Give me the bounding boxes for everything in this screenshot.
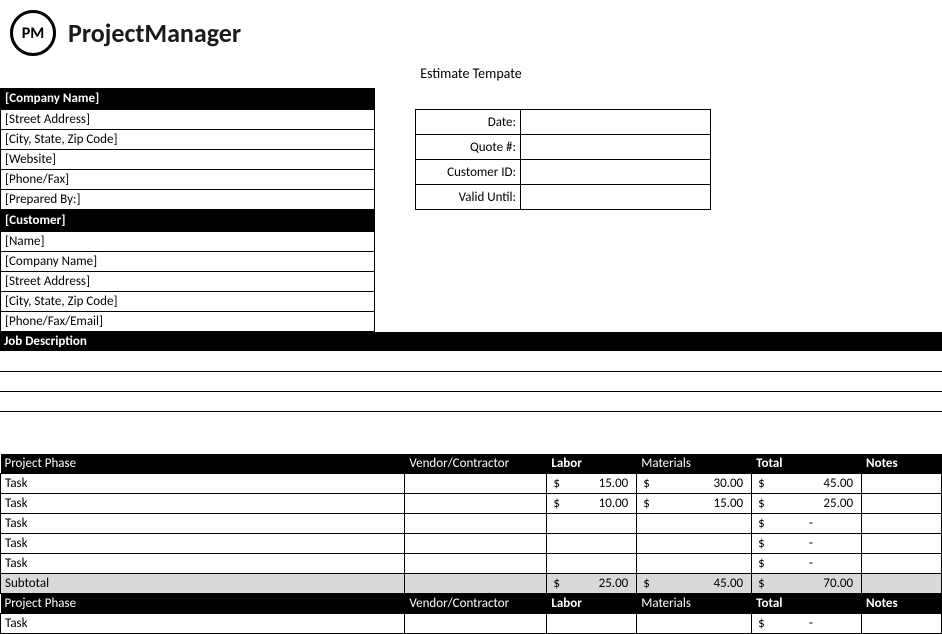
task-name[interactable]: Task — [1, 514, 405, 534]
company-street[interactable]: [Street Address] — [1, 110, 375, 130]
col-vendor: Vendor/Contractor — [405, 594, 547, 614]
meta-quote-value[interactable] — [521, 135, 711, 160]
phase-table-1: Project Phase Vendor/Contractor Labor Ma… — [0, 454, 942, 634]
task-total[interactable]: $45.00 — [752, 474, 862, 494]
company-website[interactable]: [Website] — [1, 150, 375, 170]
customer-name[interactable]: [Name] — [1, 232, 375, 252]
company-phone[interactable]: [Phone/Fax] — [1, 170, 375, 190]
task-labor[interactable] — [547, 534, 637, 554]
col-labor: Labor — [547, 594, 637, 614]
task-vendor[interactable] — [405, 534, 547, 554]
task-row: Task $- — [1, 554, 942, 574]
company-prepared-by[interactable]: [Prepared By:] — [1, 190, 375, 210]
phase-header-row: Project Phase Vendor/Contractor Labor Ma… — [1, 454, 942, 474]
brand-name: ProjectManager — [68, 17, 241, 49]
task-notes[interactable] — [862, 554, 942, 574]
task-notes[interactable] — [862, 474, 942, 494]
quote-meta-table: Date: Quote #: Customer ID: Valid Until: — [415, 109, 711, 210]
subtotal-labor: $25.00 — [547, 574, 637, 594]
customer-street[interactable]: [Street Address] — [1, 272, 375, 292]
customer-contact[interactable]: [Phone/Fax/Email] — [1, 312, 375, 332]
task-notes[interactable] — [862, 514, 942, 534]
task-name[interactable]: Task — [1, 494, 405, 514]
col-phase: Project Phase — [1, 594, 405, 614]
task-notes[interactable] — [862, 494, 942, 514]
logo-icon: PM — [10, 10, 56, 56]
task-materials[interactable] — [637, 514, 752, 534]
task-vendor[interactable] — [405, 614, 547, 634]
task-name[interactable]: Task — [1, 554, 405, 574]
col-materials: Materials — [637, 594, 752, 614]
task-row: Task $- — [1, 614, 942, 634]
col-phase: Project Phase — [1, 454, 405, 474]
customer-city[interactable]: [City, State, Zip Code] — [1, 292, 375, 312]
task-materials[interactable] — [637, 614, 752, 634]
task-name[interactable]: Task — [1, 614, 405, 634]
task-labor[interactable] — [547, 554, 637, 574]
meta-validuntil-label: Valid Until: — [416, 185, 521, 210]
task-vendor[interactable] — [405, 474, 547, 494]
subtotal-total: $70.00 — [752, 574, 862, 594]
task-name[interactable]: Task — [1, 534, 405, 554]
task-vendor[interactable] — [405, 494, 547, 514]
task-materials[interactable]: $15.00 — [637, 494, 752, 514]
task-total[interactable]: $- — [752, 514, 862, 534]
col-vendor: Vendor/Contractor — [405, 454, 547, 474]
customer-company[interactable]: [Company Name] — [1, 252, 375, 272]
task-row: Task $10.00 $15.00 $25.00 — [1, 494, 942, 514]
task-vendor[interactable] — [405, 554, 547, 574]
task-row: Task $15.00 $30.00 $45.00 — [1, 474, 942, 494]
job-description-header: Job Description — [0, 332, 942, 351]
company-info-table: [Street Address] [City, State, Zip Code]… — [0, 109, 375, 210]
meta-date-value[interactable] — [521, 110, 711, 135]
subtotal-materials: $45.00 — [637, 574, 752, 594]
task-total[interactable]: $25.00 — [752, 494, 862, 514]
meta-quote-label: Quote #: — [416, 135, 521, 160]
col-notes: Notes — [862, 454, 942, 474]
page-title: Estimate Tempate — [0, 61, 942, 88]
task-total[interactable]: $- — [752, 614, 862, 634]
col-notes: Notes — [862, 594, 942, 614]
task-labor[interactable] — [547, 614, 637, 634]
customer-info-table: [Name] [Company Name] [Street Address] [… — [0, 231, 375, 332]
task-total[interactable]: $- — [752, 554, 862, 574]
col-total: Total — [752, 454, 862, 474]
task-name[interactable]: Task — [1, 474, 405, 494]
meta-customerid-label: Customer ID: — [416, 160, 521, 185]
col-labor: Labor — [547, 454, 637, 474]
phase-header-row: Project Phase Vendor/Contractor Labor Ma… — [1, 594, 942, 614]
task-total[interactable]: $- — [752, 534, 862, 554]
subtotal-notes — [862, 574, 942, 594]
meta-date-label: Date: — [416, 110, 521, 135]
task-vendor[interactable] — [405, 514, 547, 534]
col-materials: Materials — [637, 454, 752, 474]
subtotal-row: Subtotal $25.00 $45.00 $70.00 — [1, 574, 942, 594]
task-labor[interactable] — [547, 514, 637, 534]
task-materials[interactable] — [637, 554, 752, 574]
task-labor[interactable]: $10.00 — [547, 494, 637, 514]
meta-validuntil-value[interactable] — [521, 185, 711, 210]
task-labor[interactable]: $15.00 — [547, 474, 637, 494]
company-section-header: [Company Name] — [0, 88, 375, 109]
task-row: Task $- — [1, 534, 942, 554]
task-notes[interactable] — [862, 534, 942, 554]
subtotal-vendor — [405, 574, 547, 594]
meta-customerid-value[interactable] — [521, 160, 711, 185]
job-description-lines — [0, 351, 942, 412]
task-row: Task $- — [1, 514, 942, 534]
col-total: Total — [752, 594, 862, 614]
task-notes[interactable] — [862, 614, 942, 634]
job-desc-line[interactable] — [0, 371, 942, 391]
subtotal-label: Subtotal — [1, 574, 405, 594]
task-materials[interactable]: $30.00 — [637, 474, 752, 494]
job-desc-line[interactable] — [0, 351, 942, 371]
job-desc-line[interactable] — [0, 391, 942, 411]
task-materials[interactable] — [637, 534, 752, 554]
customer-section-header: [Customer] — [0, 210, 375, 231]
brand-header: PM ProjectManager — [0, 0, 942, 61]
company-city[interactable]: [City, State, Zip Code] — [1, 130, 375, 150]
